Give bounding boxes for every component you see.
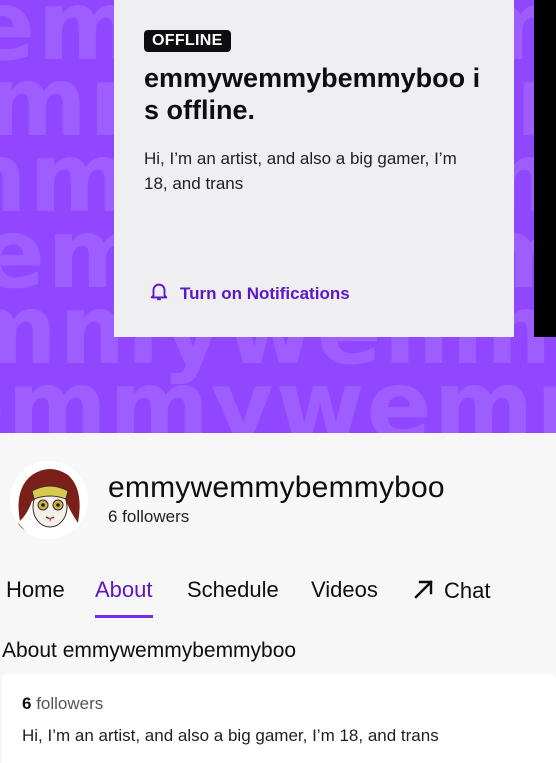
- follower-count: 6 followers: [108, 507, 190, 526]
- avatar[interactable]: [10, 461, 88, 539]
- tab-videos[interactable]: Videos: [311, 577, 378, 619]
- about-followers-word: followers: [36, 694, 104, 713]
- channel-tabs: Home About Schedule Videos Chat: [0, 577, 556, 623]
- offline-title: emmywemmybemmyboo is offline.: [144, 63, 481, 125]
- about-bio: Hi, I’m an artist, and also a big gamer,…: [22, 726, 439, 745]
- external-arrow-icon: [412, 577, 436, 601]
- offline-description: Hi, I’m an artist, and also a big gamer,…: [144, 149, 457, 193]
- banner-watermark: emmywemmybemmyboo: [0, 350, 556, 433]
- tab-home[interactable]: Home: [6, 577, 65, 619]
- channel-profile: emmywemmybemmyboo 6 followers Home About…: [0, 433, 556, 763]
- notify-label: Turn on Notifications: [180, 283, 350, 303]
- channel-banner: emmywemmybemmyboo emmywemmybemmyboo emmy…: [0, 0, 556, 433]
- about-followers-count: 6: [22, 694, 32, 713]
- tab-chat[interactable]: Chat: [412, 577, 490, 619]
- tab-about[interactable]: About: [95, 577, 153, 619]
- offline-badge: OFFLINE: [144, 30, 231, 52]
- channel-name: emmywemmybemmyboo: [108, 471, 445, 504]
- about-panel: 6 followers Hi, I’m an artist, and also …: [2, 674, 556, 763]
- tab-chat-label: Chat: [444, 578, 491, 603]
- about-heading: About emmywemmybemmyboo: [2, 639, 297, 662]
- tab-schedule[interactable]: Schedule: [187, 577, 279, 619]
- player-edge: [534, 0, 556, 337]
- offline-card: OFFLINE emmywemmybemmyboo is offline. Hi…: [114, 0, 514, 337]
- about-followers: 6 followers: [22, 694, 536, 714]
- bell-icon: [148, 280, 170, 307]
- turn-on-notifications-button[interactable]: Turn on Notifications: [148, 280, 350, 307]
